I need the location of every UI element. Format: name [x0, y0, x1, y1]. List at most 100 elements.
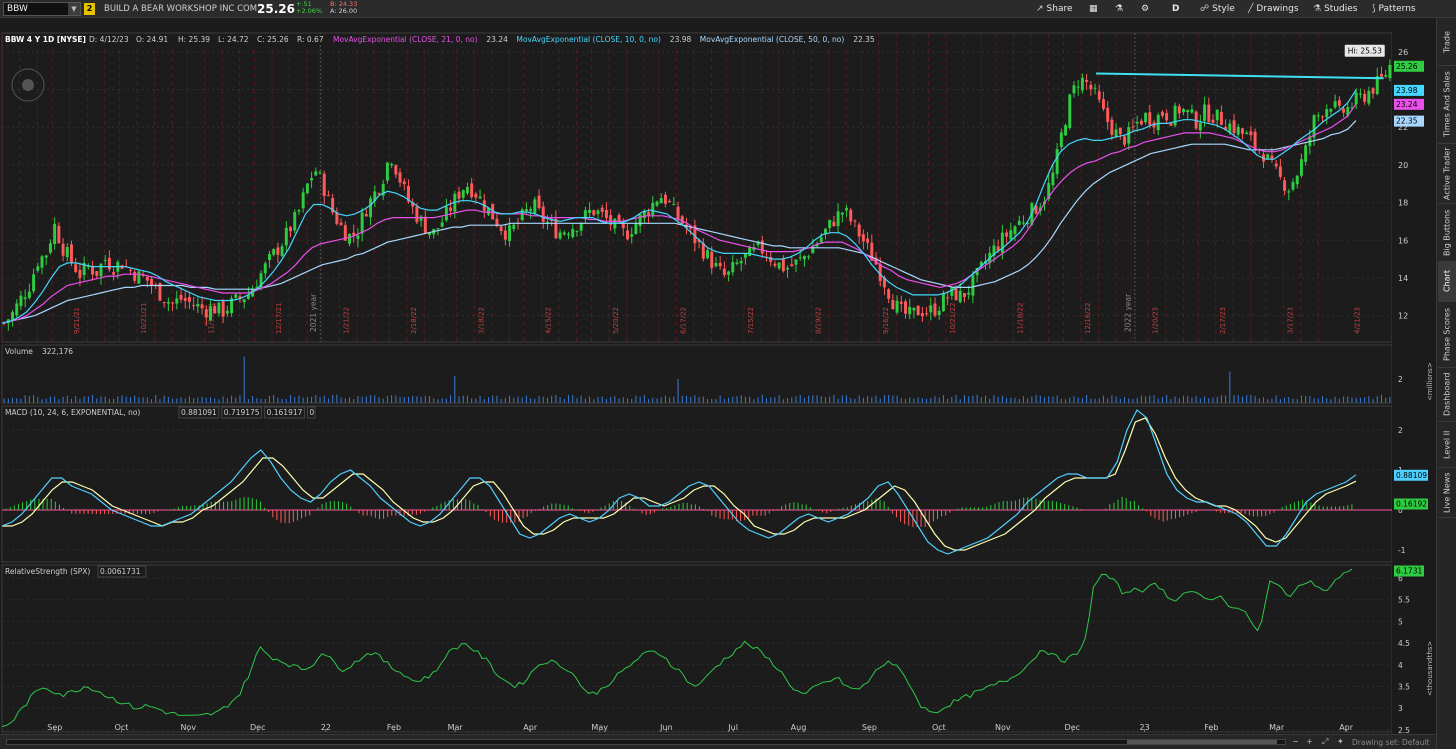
symbol-text: BBW	[7, 4, 28, 14]
company-name: BUILD A BEAR WORKSHOP INC COM	[104, 4, 258, 14]
candle-body	[175, 298, 179, 304]
candle-body	[1160, 111, 1164, 116]
candle-body	[647, 212, 651, 216]
candle-body	[423, 216, 427, 234]
candle-body	[61, 243, 65, 256]
scrollbar-thumb[interactable]	[1127, 740, 1277, 744]
candle-body	[786, 267, 790, 270]
candle-body	[1325, 109, 1329, 118]
candle-body	[904, 301, 907, 314]
candle-body	[1384, 75, 1388, 77]
candle-body	[187, 297, 191, 302]
grid-icon: ▦	[1089, 4, 1098, 14]
candle-body	[289, 227, 293, 232]
candle-body	[567, 234, 571, 236]
candle-body	[263, 263, 267, 274]
candle-body	[242, 299, 246, 303]
side-tab-big-buttons[interactable]: Big Buttons	[1438, 204, 1456, 262]
candle-body	[1207, 104, 1211, 122]
side-tab-level-ii[interactable]: Level II	[1438, 422, 1456, 468]
x-axis-tick-label: Sep	[47, 723, 62, 732]
candle-body	[1186, 109, 1190, 113]
candle-body	[44, 255, 48, 258]
cursor-icon[interactable]: ✦	[1337, 737, 1344, 746]
rs-y-tick-label: 5	[1398, 617, 1403, 626]
side-tab-dashboard[interactable]: Dashboard	[1438, 368, 1456, 422]
high-label-text: Hi: 25.53	[1348, 47, 1382, 56]
zoom-out-icon[interactable]: −	[1292, 737, 1299, 746]
expiration-date-label: 11/18/22	[1017, 303, 1025, 334]
candle-body	[1059, 132, 1063, 148]
candle-body	[305, 183, 309, 194]
flask-button[interactable]: ⚗	[1115, 3, 1123, 15]
style-button[interactable]: ☍ Style	[1200, 3, 1235, 15]
bottom-bar: − + ⤢ ✦ Drawing set: Default	[0, 734, 1436, 749]
link-group-badge[interactable]: 2	[84, 3, 95, 15]
studies-button[interactable]: ⚗ Studies	[1313, 3, 1357, 15]
time-scrollbar[interactable]	[6, 739, 1286, 745]
candle-body	[1278, 166, 1282, 177]
grid-settings-button[interactable]: ▦	[1089, 3, 1098, 15]
side-tab-live-news[interactable]: Live News	[1438, 468, 1456, 518]
candle-body	[866, 238, 870, 243]
candle-body	[731, 262, 735, 273]
candle-body	[352, 232, 356, 236]
candle-body	[112, 272, 116, 275]
candle-body	[276, 247, 280, 255]
price-y-tick-label: 20	[1398, 161, 1408, 170]
candle-body	[1076, 86, 1080, 88]
candle-body	[1274, 163, 1278, 167]
candle-body	[1068, 94, 1072, 128]
flask-study-icon: ⚗	[1313, 4, 1322, 14]
settings-button[interactable]: ⚙	[1141, 3, 1149, 15]
share-button[interactable]: ↗ Share	[1036, 3, 1073, 15]
x-axis-tick-label: Oct	[115, 723, 129, 732]
candle-body	[1190, 109, 1194, 113]
candle-body	[790, 264, 794, 266]
macd-value: 0.161917	[267, 408, 303, 417]
side-tab-trade[interactable]: Trade	[1438, 20, 1456, 66]
candle-body	[929, 305, 933, 313]
candle-body	[1021, 222, 1025, 224]
candle-body	[1144, 113, 1148, 123]
timeframe-button[interactable]: D	[1172, 3, 1179, 15]
candle-body	[53, 223, 57, 245]
gear-icon: ⚙	[1141, 4, 1150, 14]
rs-panel: 65.554.543.532.5RelativeStrength (SPX) 0.…	[1, 564, 1436, 734]
chevron-down-icon[interactable]: ▼	[68, 3, 80, 15]
candle-body	[385, 162, 389, 181]
patterns-button[interactable]: ⟆ Patterns	[1372, 3, 1416, 15]
side-tab-phase-scores[interactable]: Phase Scores	[1438, 302, 1456, 368]
candle-body	[179, 294, 183, 300]
candle-body	[19, 295, 23, 307]
candle-body	[1064, 125, 1068, 136]
candle-body	[1358, 93, 1362, 95]
candle-body	[1291, 181, 1295, 190]
candle-body	[470, 183, 474, 198]
symbol-input[interactable]: BBW ▼	[3, 2, 81, 16]
side-tab-times-and-sales[interactable]: Times And Sales	[1438, 66, 1456, 144]
candle-body	[1266, 154, 1270, 160]
candle-body	[592, 210, 596, 216]
rs-y-tick-label: 3	[1398, 704, 1403, 713]
expiration-date-label: 2/17/23	[1219, 307, 1227, 334]
candle-body	[461, 190, 465, 198]
candle-body	[465, 187, 469, 194]
macd-badge-label: 0.16192	[1396, 500, 1427, 509]
side-tab-active-trader[interactable]: Active Trader	[1438, 144, 1456, 204]
side-tab-chart[interactable]: Chart	[1438, 262, 1456, 302]
expiration-date-label: 12/17/21	[275, 303, 283, 334]
candle-body	[1388, 64, 1392, 79]
candle-body	[743, 253, 747, 258]
candle-body	[558, 232, 562, 239]
expand-icon[interactable]: ⤢	[1322, 737, 1328, 747]
candle-body	[840, 212, 844, 215]
zoom-in-icon[interactable]: +	[1306, 737, 1313, 746]
candle-body	[832, 221, 836, 227]
drawings-button[interactable]: ╱ Drawings	[1248, 3, 1299, 15]
candle-body	[925, 313, 929, 315]
ohlc-value: L: 24.72	[218, 35, 249, 44]
candle-body	[1051, 172, 1055, 186]
candle-body	[1203, 104, 1207, 121]
chart-area[interactable]: 12141618202224269/21/2110/21/2111/19/211…	[0, 18, 1436, 734]
